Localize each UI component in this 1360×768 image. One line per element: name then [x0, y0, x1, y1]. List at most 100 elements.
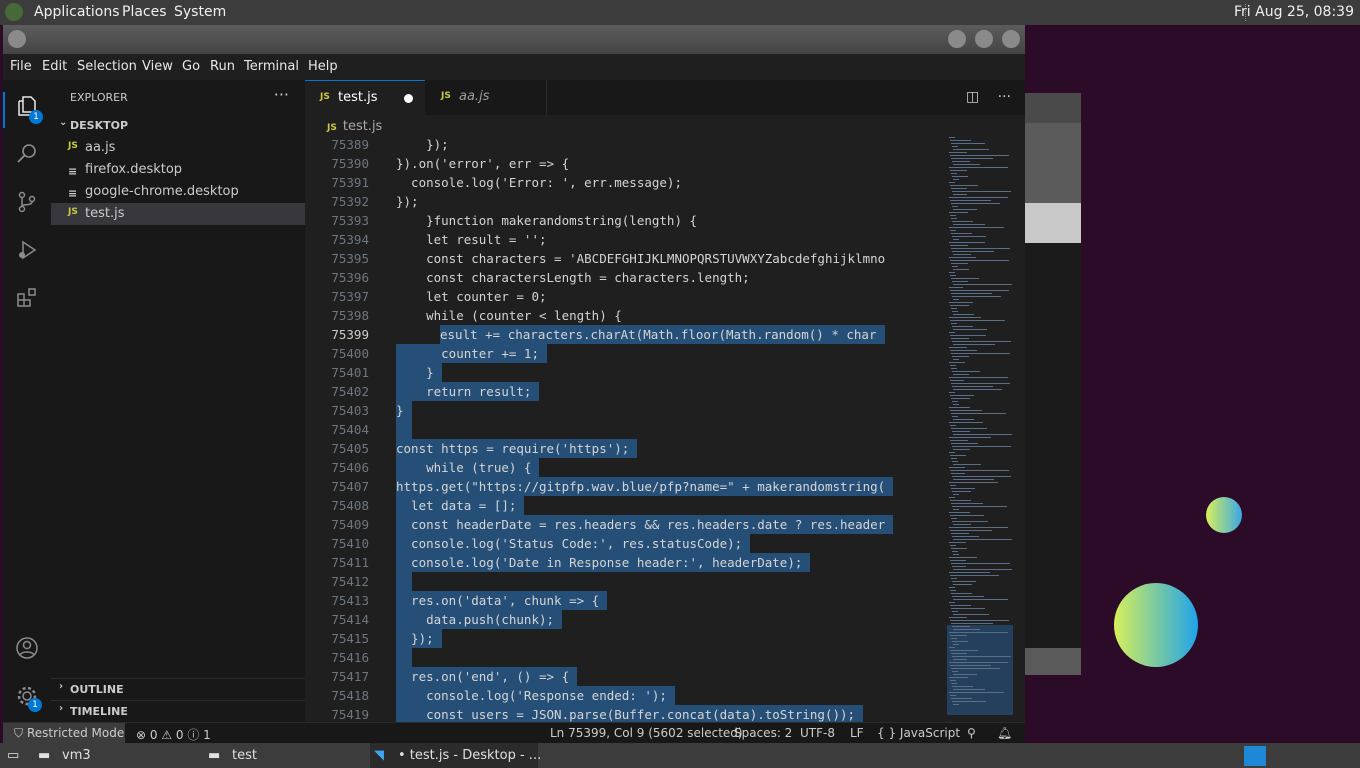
indentation[interactable]: Spaces: 2: [734, 726, 792, 740]
line-number: 75392: [331, 194, 369, 209]
code-line[interactable]: 75395 const characters = 'ABCDEFGHIJKLMN…: [305, 249, 945, 268]
minimap-line: [949, 392, 955, 393]
code-line[interactable]: 75393 }function makerandomstring(length)…: [305, 211, 945, 230]
taskbar-item-vscode[interactable]: ◥ • test.js - Desktop - ...: [370, 743, 541, 768]
code-line[interactable]: r 75399 esult += characters.charAt(Math.fl…: [305, 325, 945, 344]
editor-area: JS test.js JS aa.js ◫ ··· JS test.js 7538…: [305, 80, 1025, 722]
code-line[interactable]: 75391 console.log('Error: ', err.message…: [305, 173, 945, 192]
code-line[interactable]: 75404: [305, 420, 945, 439]
show-desktop-icon[interactable]: ▭: [3, 743, 25, 768]
code-line[interactable]: 75414 data.push(chunk);: [305, 610, 945, 629]
menu-places[interactable]: Places: [122, 4, 167, 20]
code-line[interactable]: 75398 while (counter < length) {: [305, 306, 945, 325]
minimap-line: [949, 302, 974, 303]
menu-run[interactable]: Run: [210, 59, 235, 74]
problems-indicator[interactable]: ⊗ 0 ⚠ 0 ⓘ 1: [136, 726, 211, 743]
file-item[interactable]: JS aa.js: [51, 137, 305, 159]
cursor-position[interactable]: Ln 75399, Col 9 (5602 selected): [550, 726, 743, 740]
vscode-window: File Edit Selection View Go Run Terminal…: [3, 25, 1025, 743]
minimize-icon[interactable]: [948, 30, 966, 48]
extensions-icon[interactable]: [13, 286, 41, 314]
code-line[interactable]: 75409 const headerDate = res.headers && …: [305, 515, 945, 534]
more-actions-icon[interactable]: ···: [274, 85, 289, 104]
minimap-line: [953, 599, 1008, 600]
file-item[interactable]: ≡ firefox.desktop: [51, 159, 305, 181]
menu-help[interactable]: Help: [308, 59, 338, 74]
code-line[interactable]: 75418 console.log('Response ended: ');: [305, 686, 945, 705]
menu-selection[interactable]: Selection: [77, 59, 137, 74]
menu-edit[interactable]: Edit: [42, 59, 67, 74]
accounts-icon[interactable]: [13, 636, 41, 664]
timeline-section[interactable]: › TIMELINE: [51, 700, 305, 723]
code-line[interactable]: 75389 });: [305, 135, 945, 154]
background-window[interactable]: [1025, 93, 1081, 675]
workspace-switcher-icon[interactable]: [1244, 746, 1266, 766]
clock[interactable]: Fri Aug 25, 08:39: [1234, 4, 1354, 20]
window-menu-icon[interactable]: [8, 30, 26, 48]
end-of-line[interactable]: LF: [850, 726, 864, 740]
code-line[interactable]: 75410 console.log('Status Code:', res.st…: [305, 534, 945, 553]
minimap-line: [951, 683, 957, 684]
code-line[interactable]: 75406 while (true) {: [305, 458, 945, 477]
code-line[interactable]: 75407 https.get("https://gitpfp.wav.blue/…: [305, 477, 945, 496]
menu-applications[interactable]: Applications: [34, 4, 120, 20]
minimap-line: [952, 431, 970, 432]
code-line[interactable]: 75417 res.on('end', () => {: [305, 667, 945, 686]
menu-view[interactable]: View: [142, 59, 173, 74]
code-line[interactable]: 75400 counter += 1;: [305, 344, 945, 363]
code-editor[interactable]: 75389 }); 75390}).on('error', err => {753…: [305, 135, 945, 722]
source-control-icon[interactable]: [13, 190, 41, 218]
minimap[interactable]: [947, 135, 1013, 722]
minimap-line: [949, 557, 977, 558]
code-line[interactable]: 75411 console.log('Date in Response head…: [305, 553, 945, 572]
minimap-line: [950, 305, 969, 306]
code-line[interactable]: 75413 res.on('data', chunk => {: [305, 591, 945, 610]
code-line[interactable]: 75390}).on('error', err => {: [305, 154, 945, 173]
code-line[interactable]: 75412: [305, 572, 945, 591]
code-line[interactable]: 75402 return result;: [305, 382, 945, 401]
menu-go[interactable]: Go: [182, 59, 200, 74]
minimap-line: [952, 266, 958, 267]
copilot-icon[interactable]: ⚲: [967, 726, 976, 740]
minimap-line: [949, 677, 968, 678]
tab-aa-js[interactable]: JS aa.js: [426, 80, 547, 115]
code-line[interactable]: 75405 const https = require('https');: [305, 439, 945, 458]
code-line[interactable]: 75397 let counter = 0;: [305, 287, 945, 306]
window-titlebar[interactable]: [3, 25, 1025, 54]
code-line[interactable]: 75419 const users = JSON.parse(Buffer.co…: [305, 705, 945, 722]
minimap-line: [952, 236, 987, 237]
code-line[interactable]: 75401 }: [305, 363, 945, 382]
code-line[interactable]: 75396 const charactersLength = character…: [305, 268, 945, 287]
encoding[interactable]: UTF-8: [800, 726, 835, 740]
run-debug-icon[interactable]: [13, 238, 41, 266]
tab-test-js[interactable]: JS test.js: [305, 80, 425, 116]
menu-file[interactable]: File: [10, 59, 32, 74]
breadcrumb[interactable]: JS test.js: [327, 119, 382, 134]
code-line[interactable]: 75392});: [305, 192, 945, 211]
code-line[interactable]: 75403}: [305, 401, 945, 420]
minimap-line: [951, 143, 986, 144]
code-line[interactable]: 75415 });: [305, 629, 945, 648]
unsaved-dot-icon[interactable]: [404, 94, 413, 103]
code-line[interactable]: 75394 let result = '';: [305, 230, 945, 249]
minimap-line: [953, 494, 959, 495]
file-item-selected[interactable]: JS test.js: [51, 203, 305, 225]
restricted-mode-indicator[interactable]: ⛉ Restricted Mode: [3, 723, 125, 743]
taskbar-item-vm3[interactable]: ▬ vm3: [34, 743, 194, 768]
menu-terminal[interactable]: Terminal: [244, 59, 299, 74]
folder-desktop[interactable]: ⌄ DESKTOP: [51, 115, 305, 137]
maximize-icon[interactable]: [975, 30, 993, 48]
search-icon[interactable]: [13, 142, 41, 170]
code-line[interactable]: 75416: [305, 648, 945, 667]
menu-system[interactable]: System: [174, 4, 226, 20]
language-mode[interactable]: { } JavaScript: [877, 726, 960, 740]
outline-section[interactable]: › OUTLINE: [51, 678, 305, 701]
code-line[interactable]: 75408 let data = [];: [305, 496, 945, 515]
split-editor-icon[interactable]: ◫: [966, 89, 979, 105]
taskbar-item-test[interactable]: ▬ test: [204, 743, 364, 768]
notifications-bell-icon[interactable]: 🔔︎: [997, 726, 1012, 740]
menu-logo-icon[interactable]: [5, 3, 23, 21]
close-icon[interactable]: [1002, 30, 1020, 48]
file-item[interactable]: ≡ google-chrome.desktop: [51, 181, 305, 203]
more-actions-icon[interactable]: ···: [998, 89, 1011, 105]
